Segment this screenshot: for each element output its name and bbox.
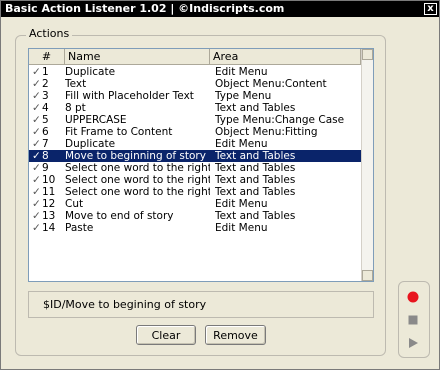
list-item[interactable]: ✓ 1 Duplicate Edit Menu xyxy=(29,66,361,78)
item-name: 8 pt xyxy=(65,102,86,114)
checkmark-icon[interactable]: ✓ xyxy=(32,222,41,234)
list-item[interactable]: ✓ 5 UPPERCASE Type Menu:Change Case xyxy=(29,114,361,126)
checkmark-icon[interactable]: ✓ xyxy=(32,102,41,114)
item-name: Duplicate xyxy=(65,66,116,78)
item-name: Paste xyxy=(65,222,94,234)
record-icon[interactable] xyxy=(406,290,420,304)
vertical-scrollbar[interactable] xyxy=(361,49,373,281)
checkmark-icon[interactable]: ✓ xyxy=(32,90,41,102)
item-area: Text and Tables xyxy=(215,186,296,198)
list-item[interactable]: ✓ 9 Select one word to the right Text and T… xyxy=(29,162,361,174)
item-area: Text and Tables xyxy=(215,102,296,114)
item-name: Duplicate xyxy=(65,138,116,150)
clear-button[interactable]: Clear xyxy=(136,325,196,345)
list-header: # Name Area xyxy=(29,49,373,65)
item-area: Edit Menu xyxy=(215,66,268,78)
item-name: Cut xyxy=(65,198,84,210)
column-header-number[interactable]: # xyxy=(29,49,65,65)
list-item[interactable]: ✓ 8 Move to beginning of story Text and Tab… xyxy=(29,150,361,162)
item-area: Text and Tables xyxy=(215,162,296,174)
stop-icon[interactable] xyxy=(406,313,420,327)
item-area: Object Menu:Fitting xyxy=(215,126,318,138)
list-rows: ✓ 1 Duplicate Edit Menu ✓ 2 Text Object Menu:Co… xyxy=(29,66,361,234)
item-area: Type Menu:Change Case xyxy=(215,114,345,126)
checkmark-icon[interactable]: ✓ xyxy=(32,198,41,210)
checkmark-icon[interactable]: ✓ xyxy=(32,114,41,126)
list-item[interactable]: ✓ 2 Text Object Menu:Content xyxy=(29,78,361,90)
list-item[interactable]: ✓ 10 Select one word to the right Text and … xyxy=(29,174,361,186)
item-name: UPPERCASE xyxy=(65,114,127,126)
close-icon: x xyxy=(427,3,434,14)
item-area: Edit Menu xyxy=(215,138,268,150)
list-item[interactable]: ✓ 3 Fill with Placeholder Text Type Menu xyxy=(29,90,361,102)
item-area: Type Menu xyxy=(215,90,272,102)
item-area: Text and Tables xyxy=(215,174,296,186)
item-area: Text and Tables xyxy=(215,210,296,222)
list-item[interactable]: ✓ 12 Cut Edit Menu xyxy=(29,198,361,210)
checkmark-icon[interactable]: ✓ xyxy=(32,66,41,78)
checkmark-icon[interactable]: ✓ xyxy=(32,126,41,138)
list-item[interactable]: ✓ 11 Select one word to the right Text and … xyxy=(29,186,361,198)
checkmark-icon[interactable]: ✓ xyxy=(32,210,41,222)
title-bar[interactable]: Basic Action Listener 1.02 | ©Indiscript… xyxy=(1,1,439,17)
column-header-name[interactable]: Name xyxy=(65,49,210,65)
column-header-area[interactable]: Area xyxy=(210,49,361,65)
checkmark-icon[interactable]: ✓ xyxy=(32,138,41,150)
list-item[interactable]: ✓ 4 8 pt Text and Tables xyxy=(29,102,361,114)
play-icon[interactable] xyxy=(406,336,420,350)
list-item[interactable]: ✓ 14 Paste Edit Menu xyxy=(29,222,361,234)
item-name: Text xyxy=(65,78,87,90)
actions-list[interactable]: # Name Area ✓ 1 Duplicate Edit Menu ✓ 2 Text Ob… xyxy=(28,48,374,282)
scroll-down-button[interactable] xyxy=(362,270,373,281)
checkmark-icon[interactable]: ✓ xyxy=(32,162,41,174)
item-name: Fill with Placeholder Text xyxy=(65,90,194,102)
list-item[interactable]: ✓ 6 Fit Frame to Content Object Menu:Fittin… xyxy=(29,126,361,138)
item-name: Move to beginning of story xyxy=(65,150,206,162)
remove-button[interactable]: Remove xyxy=(205,325,266,345)
item-name: Select one word to the right xyxy=(65,162,210,174)
action-listener-window: Basic Action Listener 1.02 | ©Indiscript… xyxy=(0,0,440,370)
item-name: Select one word to the right xyxy=(65,186,210,198)
checkmark-icon[interactable]: ✓ xyxy=(32,186,41,198)
window-title: Basic Action Listener 1.02 | ©Indiscript… xyxy=(5,2,285,15)
close-button[interactable]: x xyxy=(424,3,437,15)
checkmark-icon[interactable]: ✓ xyxy=(32,150,41,162)
list-item[interactable]: ✓ 13 Move to end of story Text and Tables xyxy=(29,210,361,222)
item-area: Edit Menu xyxy=(215,222,268,234)
list-item[interactable]: ✓ 7 Duplicate Edit Menu xyxy=(29,138,361,150)
item-name: Fit Frame to Content xyxy=(65,126,173,138)
action-id-field: $ID/Move to begining of story xyxy=(28,291,374,318)
item-name: Move to end of story xyxy=(65,210,174,222)
scroll-up-button[interactable] xyxy=(362,49,373,60)
item-name: Select one word to the right xyxy=(65,174,210,186)
checkmark-icon[interactable]: ✓ xyxy=(32,174,41,186)
item-area: Text and Tables xyxy=(215,150,296,162)
actions-group-label: Actions xyxy=(26,27,73,40)
item-area: Object Menu:Content xyxy=(215,78,327,90)
checkmark-icon[interactable]: ✓ xyxy=(32,78,41,90)
item-area: Edit Menu xyxy=(215,198,268,210)
